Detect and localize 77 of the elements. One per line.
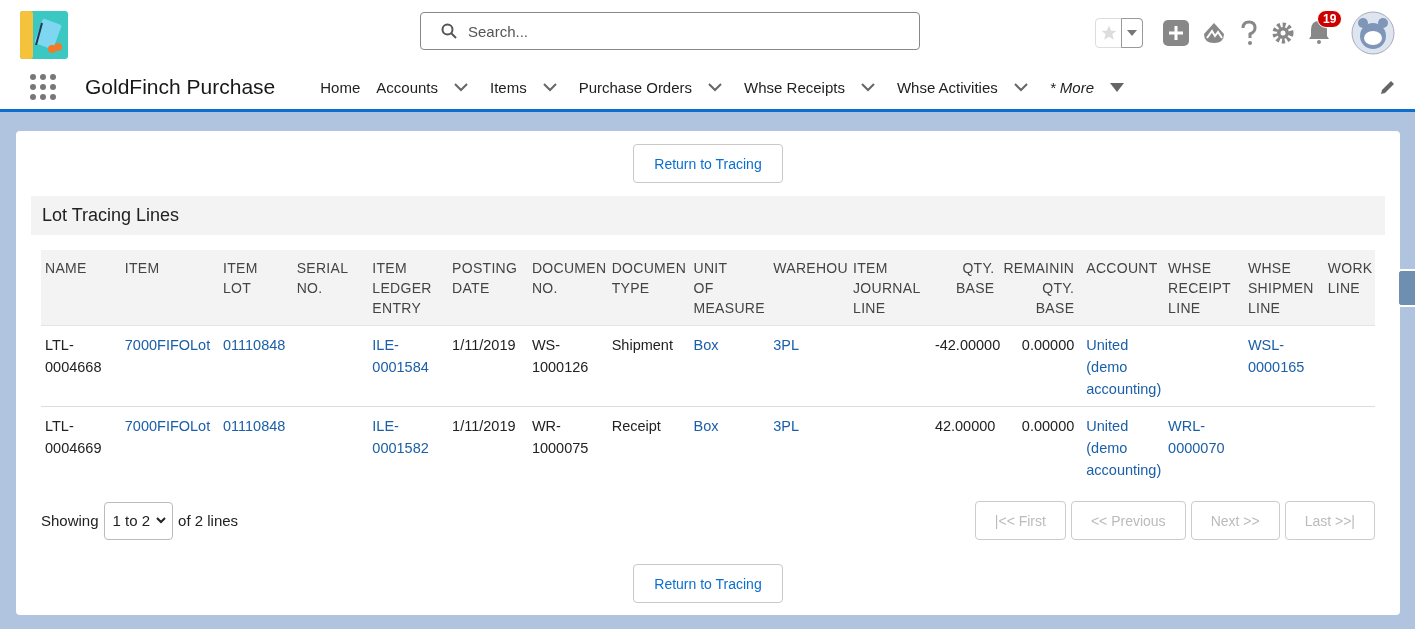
return-button[interactable]: Return to Tracing (633, 564, 783, 603)
app-launcher-icon[interactable] (29, 73, 57, 101)
column-header: ACCOUNT (1086, 259, 1158, 278)
edit-icon[interactable] (1379, 78, 1397, 96)
nav-tab[interactable]: * More (1049, 78, 1094, 96)
column-header: WAREHOU (773, 259, 848, 278)
table-link[interactable]: ILE-0001584 (372, 334, 445, 378)
app-name: GoldFinch Purchase (85, 75, 276, 99)
section-title: Lot Tracing Lines (42, 205, 180, 226)
nav-tab[interactable]: Purchase Orders (578, 78, 693, 96)
notification-badge: 19 (1317, 9, 1343, 28)
chevron-down-icon (156, 517, 167, 524)
total-label: of 2 lines (178, 512, 239, 529)
table-link[interactable]: WSL-0000165 (1247, 334, 1320, 378)
table-cell-text: -42.00000 (934, 336, 1001, 355)
table-cell-text: 1/11/2019 (452, 336, 516, 355)
table-link[interactable]: United (demo accounting) (1086, 334, 1162, 400)
nav-tab[interactable]: Accounts (376, 78, 438, 96)
chevron-down-icon[interactable] (1013, 82, 1028, 92)
column-header: ITEM JOURNAL LINE (853, 259, 921, 318)
chevron-down-icon[interactable] (708, 82, 723, 92)
table-link[interactable]: 7000FIFOLot (124, 415, 211, 437)
table-cell-text: 0.00000 (1021, 417, 1075, 436)
nav-tab[interactable]: Whse Receipts (744, 78, 845, 96)
nav-tab[interactable]: Home (320, 78, 361, 96)
chevron-down-icon[interactable] (860, 82, 875, 92)
return-button[interactable]: Return to Tracing (633, 144, 783, 183)
chevron-down-icon[interactable] (454, 82, 468, 92)
page-size-select[interactable]: 1 to 2 (103, 501, 174, 540)
add-icon[interactable] (1163, 19, 1189, 46)
column-header: POSTING DATE (452, 259, 518, 298)
favorites-button[interactable] (1095, 17, 1143, 48)
nav-tab[interactable]: Whse Activities (896, 78, 998, 96)
column-header: DOCUMEN TYPE (611, 259, 687, 298)
showing-label: Showing (41, 512, 99, 529)
table-link[interactable]: 01110848 (223, 415, 286, 437)
help-icon[interactable] (1239, 19, 1259, 46)
column-header: ITEM (124, 259, 160, 278)
column-header: ITEM LEDGER ENTRY (372, 259, 432, 318)
table-cell-text: 0.00000 (1021, 336, 1075, 355)
column-header: WHSE SHIPMEN LINE (1247, 259, 1314, 318)
table-cell-text: LTL-0004668 (45, 336, 103, 377)
table-link[interactable]: 3PL (773, 415, 800, 437)
table-cell-text: WR-1000075 (531, 417, 590, 458)
column-header: ITEM LOT (223, 259, 258, 298)
app-logo (20, 10, 68, 59)
column-header: WORK LINE (1327, 259, 1373, 298)
table-cell-text: 42.00000 (934, 417, 996, 436)
column-header: UNIT OF MEASURE (693, 259, 765, 318)
column-header: NAME (45, 259, 87, 278)
column-header: DOCUMEN NO. (531, 259, 607, 298)
table-link[interactable]: United (demo accounting) (1086, 415, 1162, 481)
table-link[interactable]: 01110848 (223, 334, 286, 356)
table-cell-text: WS-1000126 (531, 336, 590, 377)
table-cell-text: LTL-0004669 (45, 417, 103, 458)
table-link[interactable]: Box (693, 334, 719, 356)
table-cell-text: 1/11/2019 (452, 417, 516, 436)
column-header: SERIAL NO. (296, 259, 349, 298)
avatar[interactable] (1351, 10, 1395, 55)
search-field[interactable]: Search... (420, 12, 920, 50)
column-header: REMAININ QTY. BASE (1003, 259, 1075, 318)
settings-icon[interactable] (1271, 20, 1295, 45)
nav-tab[interactable]: Items (490, 78, 527, 96)
column-header: QTY. BASE (955, 259, 995, 298)
search-icon (441, 23, 457, 39)
chevron-down-icon[interactable] (542, 82, 557, 92)
table-link[interactable]: 7000FIFOLot (124, 334, 211, 356)
table-link[interactable]: 3PL (773, 334, 800, 356)
table-cell-text: Shipment (611, 336, 673, 355)
table-cell-text: Receipt (611, 417, 661, 436)
side-panel-tab[interactable] (1397, 269, 1415, 307)
caret-icon[interactable] (1110, 82, 1124, 92)
table-link[interactable]: ILE-0001582 (372, 415, 445, 459)
column-header: WHSE RECEIPT LINE (1168, 259, 1231, 318)
table-link[interactable]: WRL-0000070 (1168, 415, 1240, 459)
table-link[interactable]: Box (693, 415, 719, 437)
caret-icon (1127, 29, 1137, 36)
